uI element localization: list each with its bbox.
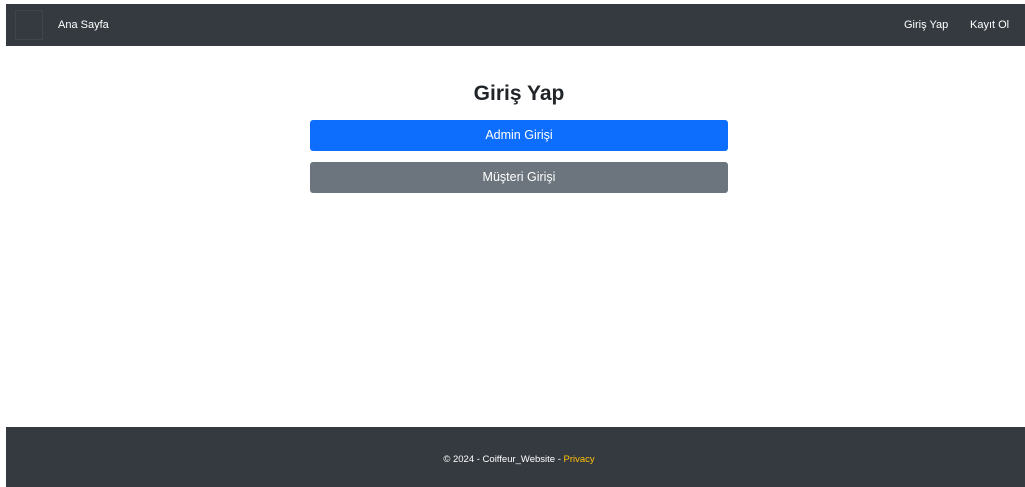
customer-login-button[interactable]: Müşteri Girişi: [310, 162, 728, 193]
privacy-link[interactable]: Privacy: [564, 454, 595, 465]
top-navbar: Ana Sayfa Giriş Yap Kayıt Ol: [6, 4, 1025, 46]
nav-link-home[interactable]: Ana Sayfa: [58, 4, 109, 46]
admin-login-button[interactable]: Admin Girişi: [310, 120, 728, 151]
footer-copyright: © 2024 - Coiffeur_Website -: [443, 454, 564, 465]
nav-link-register[interactable]: Kayıt Ol: [970, 4, 1009, 46]
main-content: Giriş Yap Admin Girişi Müşteri Girişi: [0, 46, 1025, 427]
footer-text: © 2024 - Coiffeur_Website - Privacy: [6, 427, 1025, 487]
brand-logo-placeholder[interactable]: [15, 10, 43, 40]
page: Ana Sayfa Giriş Yap Kayıt Ol Giriş Yap A…: [0, 0, 1025, 487]
page-title: Giriş Yap: [473, 82, 565, 105]
nav-link-login[interactable]: Giriş Yap: [904, 4, 948, 46]
footer: © 2024 - Coiffeur_Website - Privacy: [6, 427, 1025, 487]
